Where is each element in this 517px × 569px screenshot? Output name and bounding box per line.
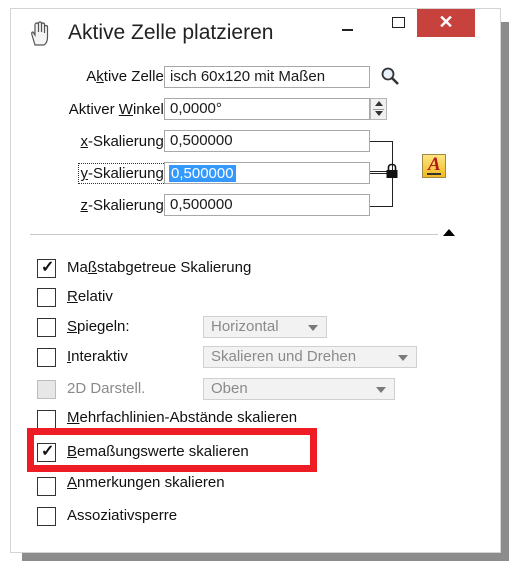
spin-up-icon[interactable] <box>375 101 383 106</box>
y-scale-label: y-Skalierung: <box>78 163 170 184</box>
label-associative-lock[interactable]: Assoziativsperre <box>67 507 177 524</box>
y-scale-selected-text: 0,500000 <box>169 165 236 182</box>
z-scale-label: z-Skalierung: <box>80 197 168 214</box>
hand-icon <box>31 21 49 46</box>
view-dropdown: Oben <box>203 378 395 400</box>
z-scale-input[interactable]: 0,500000 <box>164 194 370 216</box>
angle-spinner[interactable] <box>370 98 387 120</box>
separator <box>30 234 438 235</box>
y-scale-input[interactable]: 0,500000 <box>164 162 370 184</box>
checkbox-2d-view <box>37 380 56 399</box>
close-button[interactable]: ✕ <box>417 9 475 37</box>
minimize-button[interactable] <box>331 9 367 37</box>
x-scale-label: x-Skalierung: <box>80 133 168 150</box>
checkbox-associative-lock[interactable] <box>37 507 56 526</box>
chevron-down-icon <box>398 355 408 361</box>
maximize-button[interactable] <box>381 9 417 37</box>
label-multiline-offsets[interactable]: Mehrfachlinien-Abstände skalieren <box>67 409 297 426</box>
checkbox-interactive[interactable] <box>37 348 56 367</box>
text-style-button[interactable]: A <box>422 154 446 178</box>
label-2d-view: 2D Darstell. <box>67 380 146 397</box>
chevron-down-icon <box>308 325 318 331</box>
label-interactive[interactable]: Interaktiv <box>67 348 128 365</box>
highlight-annotation-box <box>27 428 317 472</box>
search-icon[interactable] <box>380 66 400 86</box>
label-mirror[interactable]: Spiegeln: <box>67 318 130 335</box>
check-icon: ✓ <box>41 259 55 276</box>
chevron-down-icon <box>376 387 386 393</box>
x-scale-input[interactable]: 0,500000 <box>164 130 370 152</box>
label-relative[interactable]: Relativ <box>67 288 113 305</box>
window-shadow-right <box>501 22 509 561</box>
window-shadow-bottom <box>22 553 509 561</box>
active-cell-label: Aktive Zelle: <box>86 68 168 85</box>
active-angle-input[interactable]: 0,0000° <box>164 98 370 120</box>
collapse-triangle-icon[interactable] <box>443 229 455 236</box>
label-true-scale[interactable]: Maßstabgetreue Skalierung <box>67 259 251 276</box>
checkbox-true-scale[interactable]: ✓ <box>37 259 56 278</box>
lock-icon[interactable] <box>385 163 399 179</box>
text-style-icon: A <box>428 154 441 175</box>
active-cell-input[interactable]: isch 60x120 mit Maßen <box>164 66 370 88</box>
label-annotations[interactable]: Anmerkungen skalieren <box>67 474 225 491</box>
window-title: Aktive Zelle platzieren <box>68 21 274 44</box>
title-bar[interactable]: Aktive Zelle platzieren ✕ <box>11 9 500 55</box>
interactive-dropdown[interactable]: Skalieren und Drehen <box>203 346 417 368</box>
active-angle-label: Aktiver Winkel: <box>68 101 168 118</box>
checkbox-relative[interactable] <box>37 288 56 307</box>
checkbox-annotations[interactable] <box>37 477 56 496</box>
mirror-dropdown[interactable]: Horizontal <box>203 316 327 338</box>
checkbox-multiline-offsets[interactable] <box>37 410 56 429</box>
close-icon: ✕ <box>438 12 454 32</box>
checkbox-mirror[interactable] <box>37 318 56 337</box>
spin-down-icon[interactable] <box>375 111 383 116</box>
